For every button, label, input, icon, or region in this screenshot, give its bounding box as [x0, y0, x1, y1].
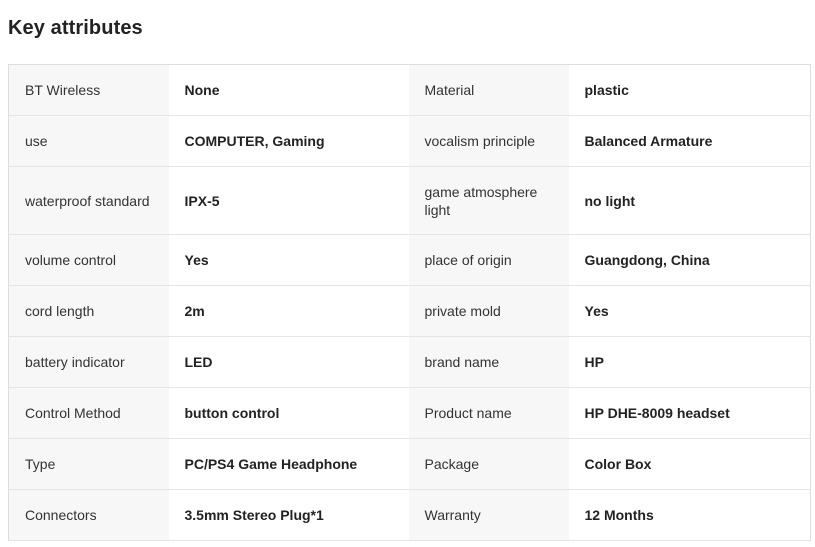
- attribute-key: vocalism principle: [408, 115, 569, 167]
- attribute-value: no light: [568, 166, 811, 235]
- attribute-value: Balanced Armature: [568, 115, 811, 167]
- table-row: Control Method button control Product na…: [8, 387, 811, 439]
- attribute-value: LED: [168, 336, 409, 388]
- attribute-value: None: [168, 64, 409, 116]
- attribute-key: BT Wireless: [8, 64, 169, 116]
- attribute-key: battery indicator: [8, 336, 169, 388]
- attribute-key: Material: [408, 64, 569, 116]
- table-row: Type PC/PS4 Game Headphone Package Color…: [8, 438, 811, 490]
- attribute-key: game atmosphere light: [408, 166, 569, 235]
- attribute-value: 3.5mm Stereo Plug*1: [168, 489, 409, 541]
- attribute-key: brand name: [408, 336, 569, 388]
- attribute-key: Product name: [408, 387, 569, 439]
- attribute-key: place of origin: [408, 234, 569, 286]
- attribute-value: button control: [168, 387, 409, 439]
- attribute-value: HP DHE-8009 headset: [568, 387, 811, 439]
- table-row: Connectors 3.5mm Stereo Plug*1 Warranty …: [8, 489, 811, 541]
- attribute-key: Warranty: [408, 489, 569, 541]
- attribute-value: Color Box: [568, 438, 811, 490]
- attribute-key: cord length: [8, 285, 169, 337]
- attribute-value: Yes: [568, 285, 811, 337]
- attribute-key: private mold: [408, 285, 569, 337]
- attribute-value: IPX-5: [168, 166, 409, 235]
- attribute-value: PC/PS4 Game Headphone: [168, 438, 409, 490]
- attribute-value: 2m: [168, 285, 409, 337]
- attribute-value: HP: [568, 336, 811, 388]
- attribute-value: COMPUTER, Gaming: [168, 115, 409, 167]
- attribute-key: volume control: [8, 234, 169, 286]
- attribute-key: Package: [408, 438, 569, 490]
- attribute-value: plastic: [568, 64, 811, 116]
- table-row: use COMPUTER, Gaming vocalism principle …: [8, 115, 811, 167]
- attribute-key: use: [8, 115, 169, 167]
- table-row: BT Wireless None Material plastic: [8, 64, 811, 116]
- table-row: battery indicator LED brand name HP: [8, 336, 811, 388]
- attribute-key: Type: [8, 438, 169, 490]
- attribute-key: Control Method: [8, 387, 169, 439]
- table-row: waterproof standard IPX-5 game atmospher…: [8, 166, 811, 235]
- key-attributes-table: BT Wireless None Material plastic use CO…: [8, 64, 811, 541]
- attribute-key: Connectors: [8, 489, 169, 541]
- table-row: cord length 2m private mold Yes: [8, 285, 811, 337]
- attribute-value: Guangdong, China: [568, 234, 811, 286]
- attribute-key: waterproof standard: [8, 166, 169, 235]
- section-title: Key attributes: [8, 17, 143, 39]
- table-row: volume control Yes place of origin Guang…: [8, 234, 811, 286]
- attribute-value: Yes: [168, 234, 409, 286]
- attribute-value: 12 Months: [568, 489, 811, 541]
